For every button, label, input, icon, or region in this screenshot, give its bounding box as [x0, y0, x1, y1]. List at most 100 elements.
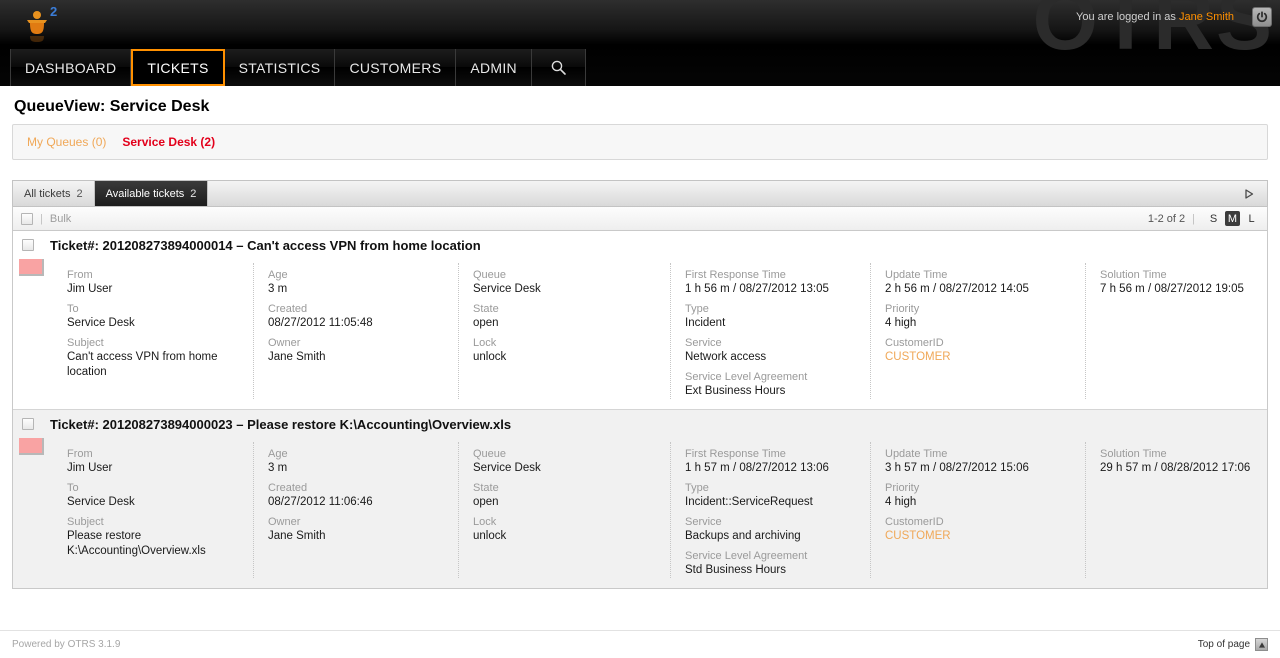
field-value-solution-time: 7 h 56 m / 08/27/2012 19:05: [1100, 282, 1251, 297]
ticket-header: Ticket#: 201208273894000014 – Can't acce…: [13, 231, 1267, 259]
field-value-age: 3 m: [268, 282, 444, 297]
field-value-customerid[interactable]: CUSTOMER: [885, 350, 1071, 365]
table-row[interactable]: Ticket#: 201208273894000014 – Can't acce…: [13, 231, 1267, 410]
ticket-header: Ticket#: 201208273894000023 – Please res…: [13, 410, 1267, 438]
field-value-from: Jim User: [67, 461, 239, 476]
nav-label-tickets: TICKETS: [147, 60, 208, 76]
field-label-state: State: [473, 302, 656, 316]
view-size-s-button[interactable]: S: [1206, 211, 1221, 226]
field-label-first-response-time: First Response Time: [685, 447, 856, 461]
ticket-column-dates: Age 3 m Created 08/27/2012 11:06:46 Owne…: [253, 442, 458, 578]
queue-filter-bar: My Queues (0) Service Desk (2): [12, 124, 1268, 160]
field-label-service: Service: [685, 515, 856, 529]
nav-item-statistics[interactable]: STATISTICS: [225, 49, 336, 86]
field-value-priority: 4 high: [885, 495, 1071, 510]
toolbar-right-group: 1-2 of 2 | S M L: [1148, 211, 1259, 226]
field-label-customerid: CustomerID: [885, 515, 1071, 529]
nav-label-admin: ADMIN: [470, 60, 517, 76]
ticket-select-checkbox[interactable]: [22, 239, 34, 251]
ticket-column-sla: First Response Time 1 h 57 m / 08/27/201…: [670, 442, 870, 578]
field-value-type: Incident::ServiceRequest: [685, 495, 856, 510]
field-value-sla: Ext Business Hours: [685, 384, 856, 399]
field-value-service: Backups and archiving: [685, 529, 856, 544]
tab-all-tickets[interactable]: All tickets 2: [13, 181, 95, 206]
field-label-from: From: [67, 268, 239, 282]
tab-all-tickets-label: All tickets: [24, 188, 70, 200]
field-value-solution-time: 29 h 57 m / 08/28/2012 17:06: [1100, 461, 1251, 476]
field-label-customerid: CustomerID: [885, 336, 1071, 350]
view-size-m-button[interactable]: M: [1225, 211, 1240, 226]
field-value-owner: Jane Smith: [268, 350, 444, 365]
field-value-from: Jim User: [67, 282, 239, 297]
nav-item-dashboard[interactable]: DASHBOARD: [10, 49, 131, 86]
field-value-state: open: [473, 495, 656, 510]
ticket-column-contact: From Jim User To Service Desk Subject Ca…: [13, 263, 253, 399]
logo[interactable]: 2: [14, 2, 74, 44]
field-label-to: To: [67, 302, 239, 316]
field-value-created: 08/27/2012 11:05:48: [268, 316, 444, 331]
field-value-update-time: 3 h 57 m / 08/27/2012 15:06: [885, 461, 1071, 476]
nav-item-tickets[interactable]: TICKETS: [131, 49, 224, 86]
pagination-info: 1-2 of 2: [1148, 213, 1185, 225]
field-label-sla: Service Level Agreement: [685, 549, 856, 563]
ticket-column-contact: From Jim User To Service Desk Subject Pl…: [13, 442, 253, 578]
tabs-expand-button[interactable]: [1231, 181, 1267, 206]
bulk-action-button[interactable]: Bulk: [50, 213, 71, 225]
ticket-column-queue: Queue Service Desk State open Lock unloc…: [458, 263, 670, 399]
field-value-priority: 4 high: [885, 316, 1071, 331]
field-label-lock: Lock: [473, 515, 656, 529]
field-label-priority: Priority: [885, 481, 1071, 495]
field-value-subject: Can't access VPN from home location: [67, 350, 239, 380]
ticket-fields: From Jim User To Service Desk Subject Pl…: [13, 438, 1267, 588]
search-icon: [550, 59, 567, 76]
ticket-column-queue: Queue Service Desk State open Lock unloc…: [458, 442, 670, 578]
field-label-created: Created: [268, 302, 444, 316]
field-value-customerid[interactable]: CUSTOMER: [885, 529, 1071, 544]
priority-flag: [19, 259, 44, 276]
field-label-type: Type: [685, 481, 856, 495]
ticket-column-solution: Solution Time 29 h 57 m / 08/28/2012 17:…: [1085, 442, 1265, 578]
field-label-service: Service: [685, 336, 856, 350]
nav-label-customers: CUSTOMERS: [349, 60, 441, 76]
nav-item-search[interactable]: [532, 49, 586, 86]
field-label-age: Age: [268, 447, 444, 461]
list-toolbar: | Bulk 1-2 of 2 | S M L: [12, 206, 1268, 231]
logout-button[interactable]: [1252, 7, 1272, 27]
page-title: QueueView: Service Desk: [0, 86, 1280, 124]
field-label-sla: Service Level Agreement: [685, 370, 856, 384]
field-label-update-time: Update Time: [885, 268, 1071, 282]
main-navigation: DASHBOARD TICKETS STATISTICS CUSTOMERS A…: [10, 49, 586, 86]
triangle-right-icon: [1243, 188, 1255, 200]
ticket-title-link[interactable]: Ticket#: 201208273894000023 – Please res…: [50, 417, 511, 432]
tab-available-tickets-label: Available tickets: [106, 188, 185, 200]
field-label-queue: Queue: [473, 268, 656, 282]
login-username[interactable]: Jane Smith: [1179, 11, 1234, 23]
field-label-queue: Queue: [473, 447, 656, 461]
field-value-lock: unlock: [473, 529, 656, 544]
table-row[interactable]: Ticket#: 201208273894000023 – Please res…: [13, 410, 1267, 588]
field-value-queue: Service Desk: [473, 282, 656, 297]
tab-available-tickets[interactable]: Available tickets 2: [95, 181, 209, 206]
field-value-first-response-time: 1 h 56 m / 08/27/2012 13:05: [685, 282, 856, 297]
ticket-column-solution: Solution Time 7 h 56 m / 08/27/2012 19:0…: [1085, 263, 1265, 399]
ticket-title-link[interactable]: Ticket#: 201208273894000014 – Can't acce…: [50, 238, 481, 253]
ticket-fields: From Jim User To Service Desk Subject Ca…: [13, 259, 1267, 409]
top-of-page-button[interactable]: Top of page: [1198, 638, 1268, 651]
select-all-checkbox[interactable]: [21, 213, 33, 225]
field-label-type: Type: [685, 302, 856, 316]
field-label-lock: Lock: [473, 336, 656, 350]
queue-filter-service-desk[interactable]: Service Desk (2): [122, 135, 215, 149]
view-size-l-button[interactable]: L: [1244, 211, 1259, 226]
tab-available-tickets-count: 2: [190, 188, 196, 200]
page-footer: Powered by OTRS 3.1.9 Top of page: [0, 630, 1280, 658]
field-value-to: Service Desk: [67, 316, 239, 331]
priority-flag: [19, 438, 44, 455]
nav-item-admin[interactable]: ADMIN: [456, 49, 532, 86]
ticket-select-checkbox[interactable]: [22, 418, 34, 430]
queue-filter-my-queues[interactable]: My Queues (0): [27, 135, 106, 149]
ticket-column-sla: First Response Time 1 h 56 m / 08/27/201…: [670, 263, 870, 399]
field-label-state: State: [473, 481, 656, 495]
login-info: You are logged in as Jane Smith: [1076, 11, 1234, 23]
field-value-subject: Please restore K:\Accounting\Overview.xl…: [67, 529, 239, 559]
nav-item-customers[interactable]: CUSTOMERS: [335, 49, 456, 86]
